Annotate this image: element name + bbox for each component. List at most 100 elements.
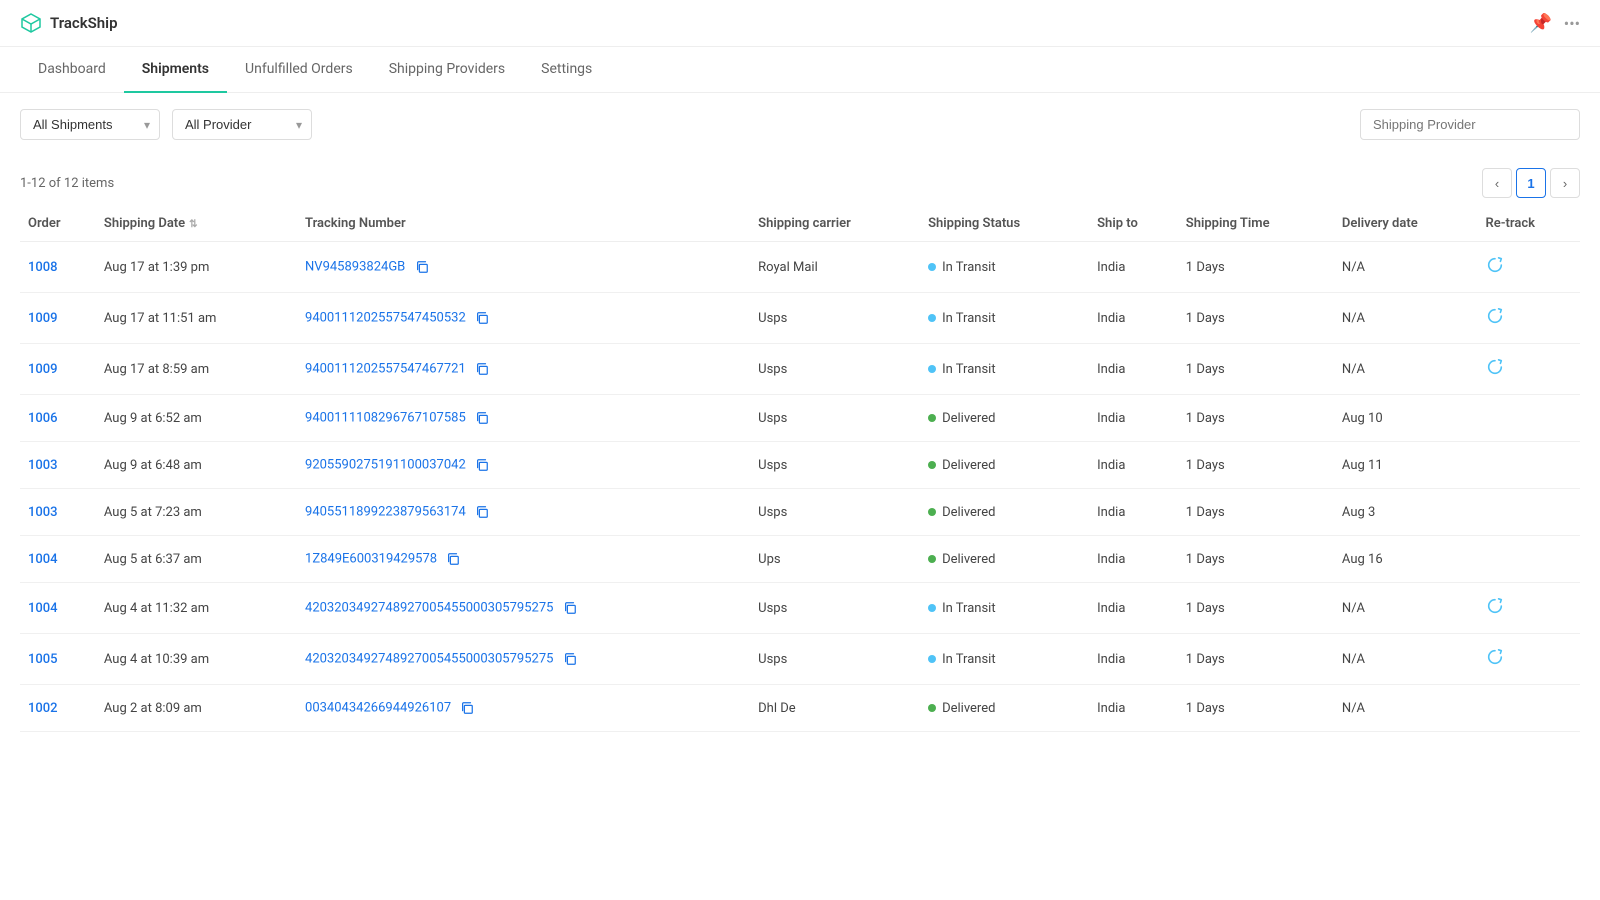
- retrack-cell[interactable]: [1478, 583, 1580, 634]
- prev-page-button[interactable]: ‹: [1482, 168, 1512, 198]
- table-row: 1005 Aug 4 at 10:39 am 42032034927489270…: [20, 634, 1580, 685]
- status-cell: Delivered: [920, 489, 1089, 536]
- col-shipping-date[interactable]: Shipping Date⇅: [96, 206, 297, 242]
- table-row: 1009 Aug 17 at 8:59 am 94001112025575474…: [20, 344, 1580, 395]
- order-cell[interactable]: 1009: [20, 293, 96, 344]
- copy-icon[interactable]: [561, 599, 579, 617]
- delivery-date-cell: Aug 3: [1334, 489, 1478, 536]
- tracking-number-cell[interactable]: 1Z849E600319429578: [297, 536, 750, 583]
- shipping-time-cell: 1 Days: [1178, 583, 1334, 634]
- ship-to-cell: India: [1089, 634, 1178, 685]
- order-cell[interactable]: 1004: [20, 583, 96, 634]
- carrier-cell: Ups: [750, 536, 920, 583]
- retrack-cell: [1478, 536, 1580, 583]
- shipping-time-cell: 1 Days: [1178, 489, 1334, 536]
- pagination-info-bar: 1-12 of 12 items ‹ 1 ›: [20, 156, 1580, 206]
- order-cell[interactable]: 1009: [20, 344, 96, 395]
- retrack-cell[interactable]: [1478, 344, 1580, 395]
- shipping-time-cell: 1 Days: [1178, 344, 1334, 395]
- order-cell[interactable]: 1003: [20, 442, 96, 489]
- retrack-button[interactable]: [1486, 648, 1504, 666]
- copy-icon[interactable]: [444, 550, 462, 568]
- copy-icon[interactable]: [473, 409, 491, 427]
- retrack-button[interactable]: [1486, 307, 1504, 325]
- items-count: 1-12 of 12 items: [20, 176, 114, 191]
- col-ship-to: Ship to: [1089, 206, 1178, 242]
- order-cell[interactable]: 1002: [20, 685, 96, 732]
- carrier-cell: Usps: [750, 489, 920, 536]
- copy-icon[interactable]: [561, 650, 579, 668]
- retrack-cell[interactable]: [1478, 242, 1580, 293]
- tracking-number-cell[interactable]: 9400111108296767107585: [297, 395, 750, 442]
- order-cell[interactable]: 1003: [20, 489, 96, 536]
- status-cell: Delivered: [920, 536, 1089, 583]
- status-cell: In Transit: [920, 344, 1089, 395]
- status-cell: In Transit: [920, 583, 1089, 634]
- shipping-provider-search[interactable]: [1360, 109, 1580, 140]
- page-1-button[interactable]: 1: [1516, 168, 1546, 198]
- copy-icon[interactable]: [458, 699, 476, 717]
- nav-shipping-providers[interactable]: Shipping Providers: [371, 47, 523, 93]
- order-cell[interactable]: 1008: [20, 242, 96, 293]
- provider-filter[interactable]: All Provider: [172, 109, 312, 140]
- col-order: Order: [20, 206, 96, 242]
- nav-shipments[interactable]: Shipments: [124, 47, 227, 93]
- delivery-date-cell: Aug 11: [1334, 442, 1478, 489]
- table-row: 1002 Aug 2 at 8:09 am 003404342669449261…: [20, 685, 1580, 732]
- status-cell: In Transit: [920, 242, 1089, 293]
- table-row: 1003 Aug 9 at 6:48 am 920559027519110003…: [20, 442, 1580, 489]
- delivery-date-cell: Aug 10: [1334, 395, 1478, 442]
- tracking-number-cell[interactable]: 00340434266944926107: [297, 685, 750, 732]
- retrack-cell[interactable]: [1478, 634, 1580, 685]
- nav-dashboard[interactable]: Dashboard: [20, 47, 124, 93]
- order-cell[interactable]: 1004: [20, 536, 96, 583]
- delivery-date-cell: N/A: [1334, 344, 1478, 395]
- shipping-date-cell: Aug 4 at 10:39 am: [96, 634, 297, 685]
- tracking-number-cell[interactable]: 9400111202557547467721: [297, 344, 750, 395]
- col-tracking-number: Tracking Number: [297, 206, 750, 242]
- shipments-table: Order Shipping Date⇅ Tracking Number Shi…: [20, 206, 1580, 732]
- tracking-number-cell[interactable]: 9400111202557547450532: [297, 293, 750, 344]
- retrack-button[interactable]: [1486, 256, 1504, 274]
- col-delivery-date: Delivery date: [1334, 206, 1478, 242]
- copy-icon[interactable]: [413, 258, 431, 276]
- tracking-number-cell[interactable]: 420320349274892700545500030579​5275: [297, 634, 750, 685]
- copy-icon[interactable]: [473, 503, 491, 521]
- retrack-button[interactable]: [1486, 597, 1504, 615]
- ship-to-cell: India: [1089, 685, 1178, 732]
- retrack-cell: [1478, 395, 1580, 442]
- logo: TrackShip: [20, 12, 118, 34]
- ship-to-cell: India: [1089, 242, 1178, 293]
- table-header: Order Shipping Date⇅ Tracking Number Shi…: [20, 206, 1580, 242]
- carrier-cell: Dhl De: [750, 685, 920, 732]
- tracking-number-cell[interactable]: NV945893824GB: [297, 242, 750, 293]
- copy-icon[interactable]: [473, 456, 491, 474]
- table-row: 1006 Aug 9 at 6:52 am 940011110829676710…: [20, 395, 1580, 442]
- shipment-filter-wrap: All Shipments ▾: [20, 109, 160, 140]
- shipping-time-cell: 1 Days: [1178, 242, 1334, 293]
- delivery-date-cell: N/A: [1334, 293, 1478, 344]
- carrier-cell: Usps: [750, 442, 920, 489]
- tracking-number-cell[interactable]: 9405511899223879563174: [297, 489, 750, 536]
- retrack-cell[interactable]: [1478, 293, 1580, 344]
- carrier-cell: Usps: [750, 395, 920, 442]
- shipping-time-cell: 1 Days: [1178, 442, 1334, 489]
- shipment-filter[interactable]: All Shipments: [20, 109, 160, 140]
- status-dot: [928, 365, 936, 373]
- order-cell[interactable]: 1006: [20, 395, 96, 442]
- ship-to-cell: India: [1089, 536, 1178, 583]
- col-shipping-time: Shipping Time: [1178, 206, 1334, 242]
- filters-bar: All Shipments ▾ All Provider ▾: [0, 93, 1600, 156]
- order-cell[interactable]: 1005: [20, 634, 96, 685]
- copy-icon[interactable]: [473, 309, 491, 327]
- nav-settings[interactable]: Settings: [523, 47, 610, 93]
- retrack-button[interactable]: [1486, 358, 1504, 376]
- next-page-button[interactable]: ›: [1550, 168, 1580, 198]
- tracking-number-cell[interactable]: 420320349274892700545500030579​5275: [297, 583, 750, 634]
- tracking-number-cell[interactable]: 9205590275191100037042: [297, 442, 750, 489]
- shipping-time-cell: 1 Days: [1178, 685, 1334, 732]
- copy-icon[interactable]: [473, 360, 491, 378]
- more-icon: •••: [1564, 14, 1580, 33]
- nav-unfulfilled-orders[interactable]: Unfulfilled Orders: [227, 47, 371, 93]
- ship-to-cell: India: [1089, 583, 1178, 634]
